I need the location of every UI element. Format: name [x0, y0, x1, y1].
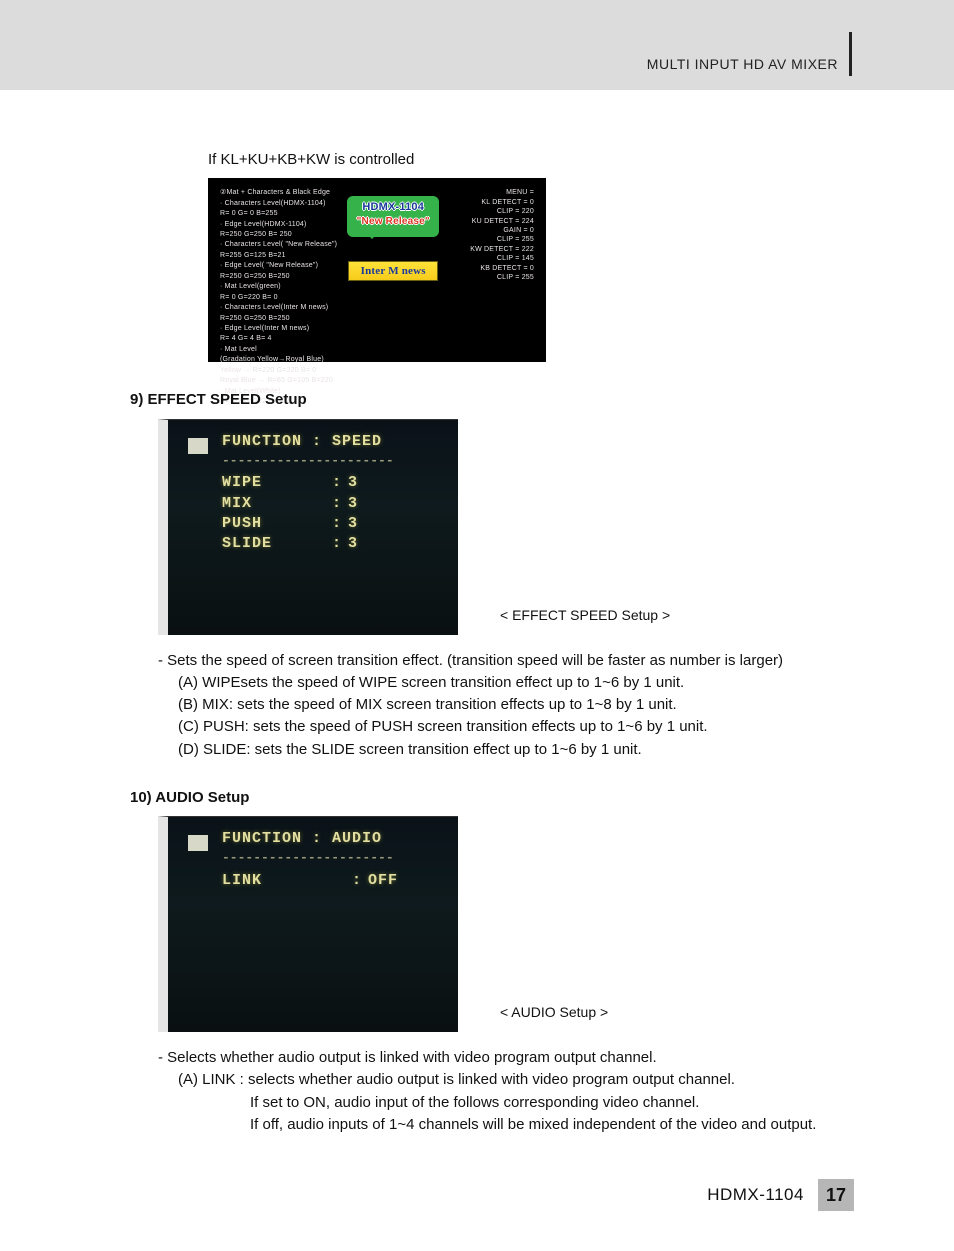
page-header: MULTI INPUT HD AV MIXER: [0, 0, 954, 90]
bubble-line-1: HDMX-1104: [349, 200, 437, 215]
bubble-line-2: "New Release": [349, 215, 437, 229]
speed-row-wipe: WIPE:3: [222, 473, 450, 493]
speed-row-slide: SLIDE:3: [222, 534, 450, 554]
preview-left-readout: ②Mat + Characters & Black Edge · Charact…: [220, 188, 337, 352]
speed-row-push: PUSH:3: [222, 514, 450, 534]
audio-row-link: LINK:OFF: [222, 871, 450, 891]
speed-menu-title: FUNCTION : SPEED: [222, 432, 450, 452]
speech-bubble: HDMX-1104 "New Release": [347, 196, 439, 236]
section-10-heading: 10) AUDIO Setup: [130, 788, 854, 808]
speed-menu-screenshot: FUNCTION : SPEED ---------------------- …: [158, 419, 458, 635]
page-footer: HDMX-1104 17: [130, 1179, 854, 1211]
audio-menu-title: FUNCTION : AUDIO: [222, 829, 450, 849]
speed-row-mix: MIX:3: [222, 494, 450, 514]
cursor-icon: [188, 438, 208, 454]
composite-preview: ②Mat + Characters & Black Edge · Charact…: [208, 178, 546, 362]
audio-caption: < AUDIO Setup >: [500, 1003, 608, 1022]
preview-center: HDMX-1104 "New Release" Inter M news: [345, 188, 441, 352]
news-banner: Inter M news: [348, 261, 438, 282]
preview-right-menu: MENU = KL DETECT = 0 CLIP = 220 KU DETEC…: [449, 188, 534, 352]
footer-page-number: 17: [818, 1179, 854, 1211]
header-rule: [849, 32, 852, 76]
page-body: If KL+KU+KB+KW is controlled ②Mat + Char…: [0, 90, 954, 1251]
footer-model: HDMX-1104: [707, 1184, 804, 1207]
section-9-body: - Sets the speed of screen transition ef…: [158, 651, 854, 760]
audio-menu-screenshot: FUNCTION : AUDIO ---------------------- …: [158, 816, 458, 1032]
section-9-heading: 9) EFFECT SPEED Setup: [130, 390, 854, 410]
intro-text: If KL+KU+KB+KW is controlled: [208, 150, 854, 170]
speed-caption: < EFFECT SPEED Setup >: [500, 606, 670, 625]
header-title: MULTI INPUT HD AV MIXER: [647, 56, 838, 72]
cursor-icon: [188, 835, 208, 851]
section-10-body: - Selects whether audio output is linked…: [158, 1048, 854, 1135]
